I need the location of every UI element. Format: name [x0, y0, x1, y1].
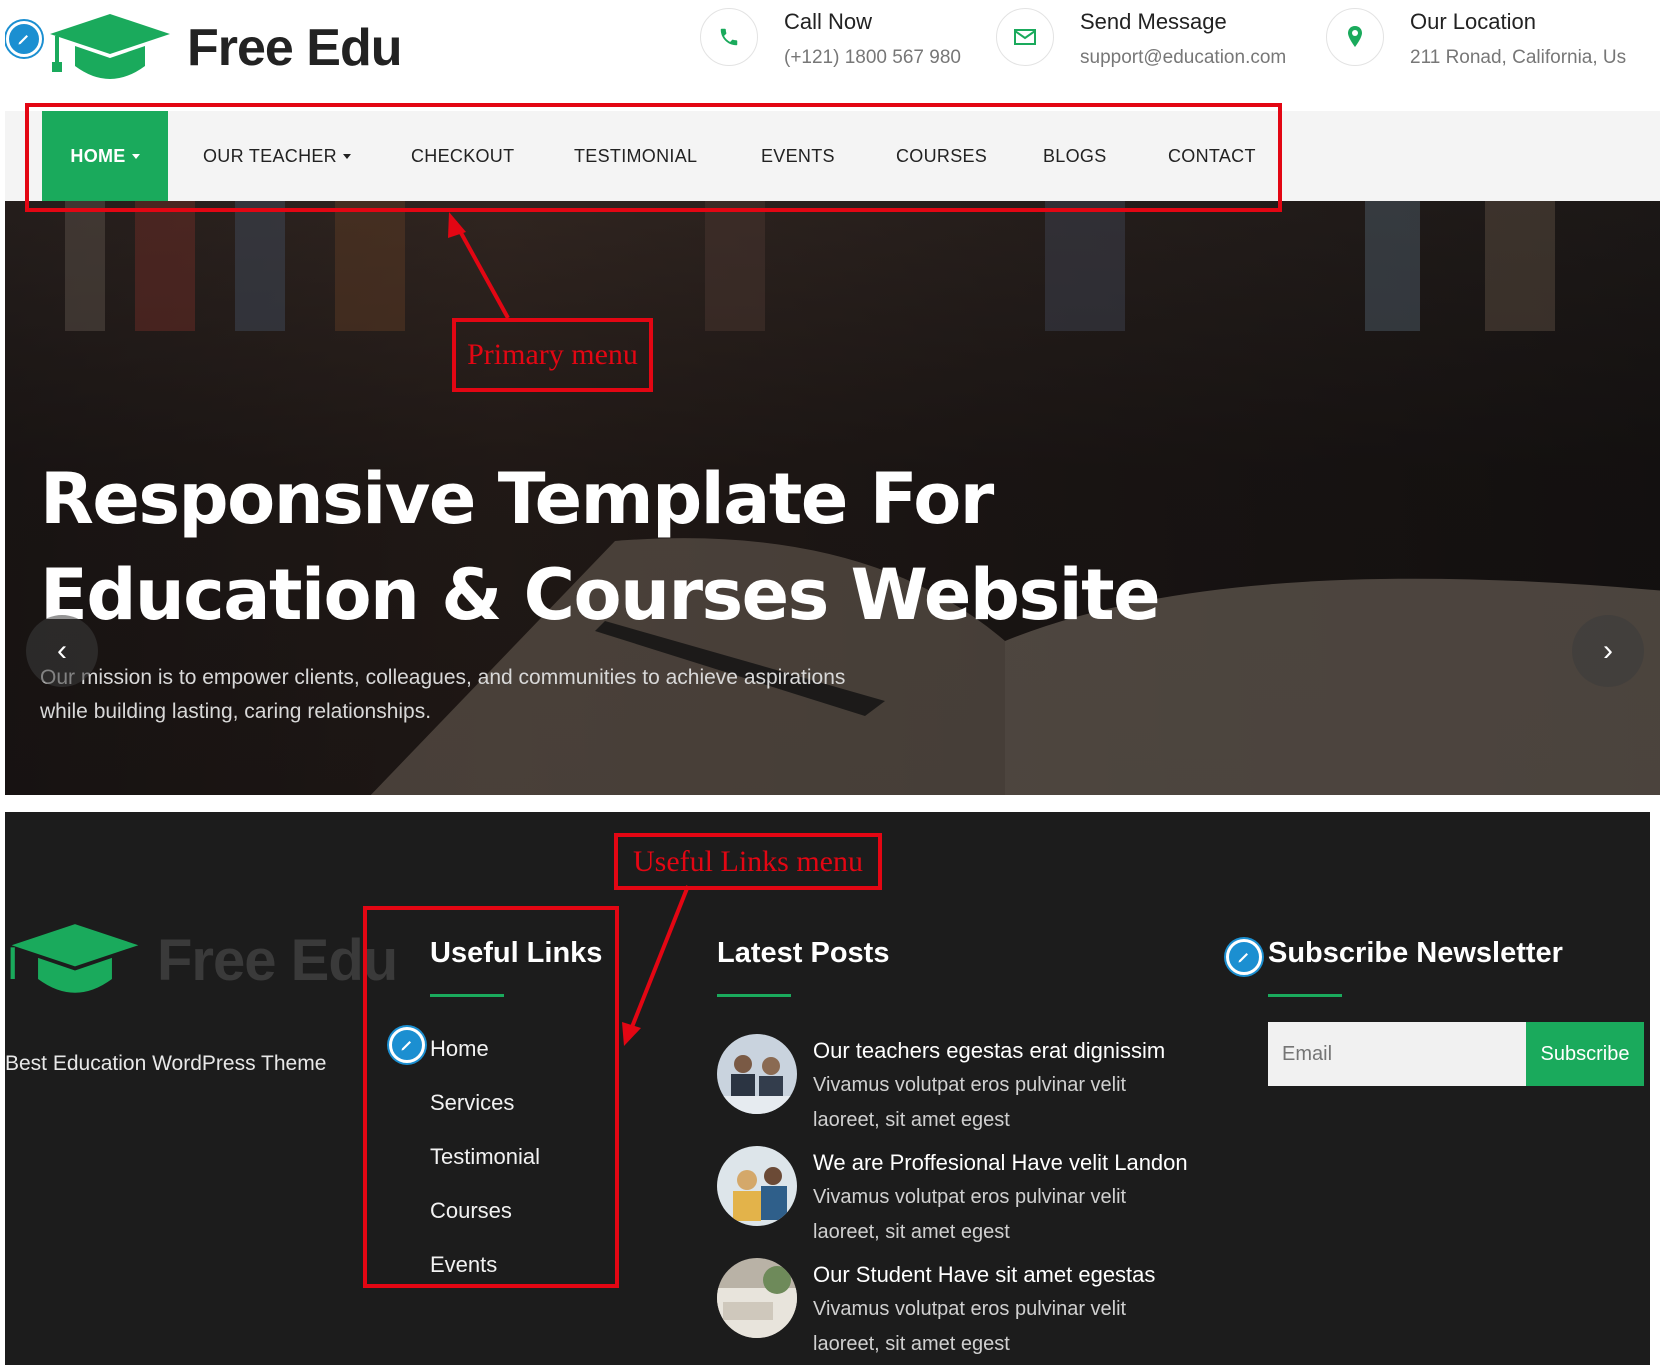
primary-menu-label: Primary menu [452, 318, 653, 392]
annotation-arrow [622, 885, 690, 1046]
useful-links-label: Useful Links menu [614, 833, 882, 890]
annotation-arrow [448, 212, 510, 319]
